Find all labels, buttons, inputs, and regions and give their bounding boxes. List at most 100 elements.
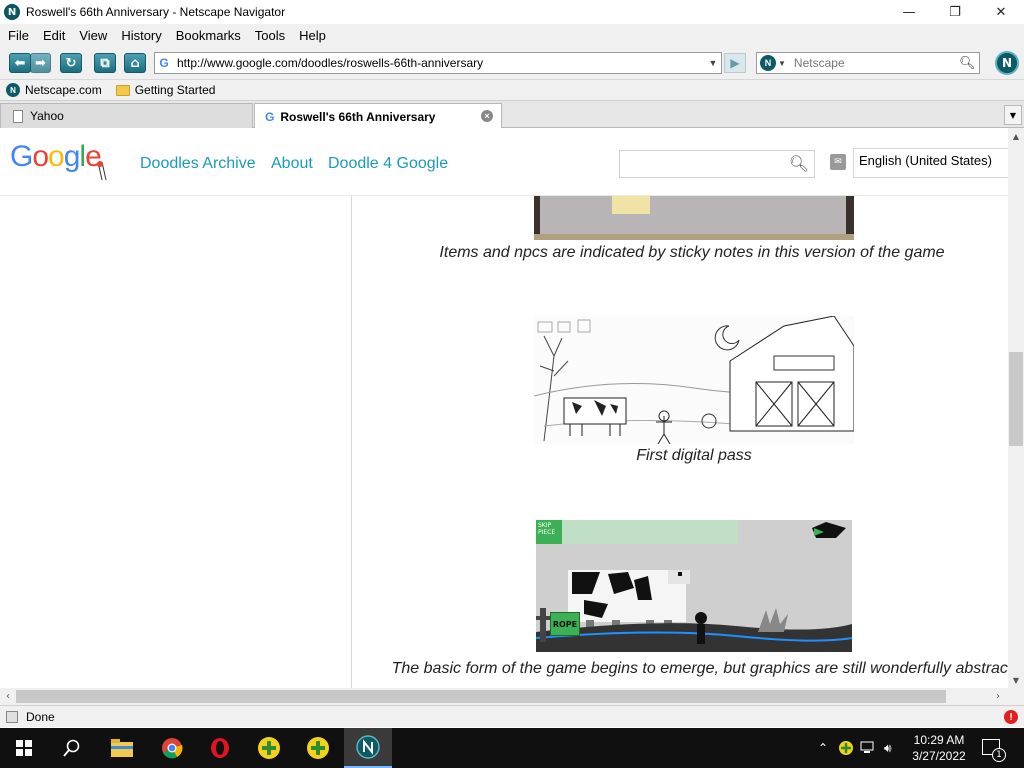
menu-edit[interactable]: Edit — [36, 28, 72, 43]
logo-letter: o — [32, 140, 49, 173]
horizontal-scroll-thumb[interactable] — [16, 690, 946, 703]
scroll-left-icon[interactable]: ‹ — [0, 688, 16, 705]
close-button[interactable]: ✕ — [978, 0, 1024, 24]
netscape-app-icon: N — [4, 4, 20, 20]
netscape-taskbar-button[interactable] — [344, 728, 392, 768]
taskbar-clock[interactable]: 10:29 AM 3/27/2022 — [906, 732, 972, 764]
game-scene — [536, 522, 852, 652]
search-icon[interactable]: 🔍︎ — [789, 154, 809, 173]
tab-list-button[interactable]: ▼ — [1004, 105, 1022, 125]
minimize-button[interactable]: — — [886, 0, 932, 24]
tab-bar: Yahoo G Roswell's 66th Anniversary × ▼ — [0, 101, 1024, 129]
status-text: Done — [26, 709, 55, 724]
back-button[interactable]: ⬅ — [9, 53, 31, 73]
tray-plus-icon[interactable] — [838, 740, 854, 756]
windows-logo-icon — [16, 740, 32, 756]
network-icon[interactable] — [860, 741, 878, 755]
column-divider — [351, 196, 352, 688]
netscape-throbber-icon[interactable]: N — [995, 51, 1019, 75]
security-lock-icon[interactable] — [6, 710, 18, 723]
rope-item: ROPE — [550, 612, 580, 636]
address-dropdown-icon[interactable]: ▼ — [705, 58, 721, 68]
new-tab-icon: ⧉ — [100, 55, 110, 71]
scroll-up-icon[interactable]: ▲ — [1008, 128, 1024, 144]
language-select[interactable]: English (United States) — [853, 148, 1008, 178]
photo-table — [534, 234, 854, 240]
chrome-button[interactable] — [148, 728, 196, 768]
home-button[interactable]: ⌂ — [124, 53, 146, 73]
app-plus-button-2[interactable] — [294, 728, 342, 768]
menu-file[interactable]: File — [0, 28, 36, 43]
basic-game-screenshot: SKIP PIECE ROPE — [536, 520, 852, 652]
address-text[interactable]: http://www.google.com/doodles/roswells-6… — [173, 56, 705, 70]
logo-letter: g — [63, 140, 81, 173]
new-tab-button[interactable]: ⧉ — [94, 53, 116, 73]
maximize-button[interactable]: ❐ — [932, 0, 978, 24]
opera-button[interactable] — [196, 728, 244, 768]
page-content: Google Doodles Archive About Doodle 4 Go… — [0, 128, 1008, 688]
scroll-down-icon[interactable]: ▼ — [1008, 672, 1024, 688]
navigation-toolbar: ⬅ ➡ ↻ ⧉ ⌂ G http://www.google.com/doodle… — [0, 46, 1024, 80]
windows-taskbar: ⌃ 🔊︎ 10:29 AM 3/27/2022 1 — [0, 728, 1024, 768]
menu-history[interactable]: History — [114, 28, 168, 43]
search-taskbar-button[interactable] — [48, 728, 96, 768]
netscape-icon — [356, 735, 380, 759]
address-bar[interactable]: G http://www.google.com/doodles/roswells… — [154, 52, 722, 74]
tab-label: Yahoo — [30, 109, 64, 123]
caption-first-digital-pass: First digital pass — [636, 447, 752, 464]
play-arrow-icon: ▶ — [730, 56, 740, 70]
menu-help[interactable]: Help — [292, 28, 333, 43]
tab-roswell[interactable]: G Roswell's 66th Anniversary × — [254, 103, 502, 129]
doodle-search-input[interactable]: 🔍︎ — [619, 150, 815, 178]
start-button[interactable] — [0, 728, 48, 768]
green-plus-icon — [258, 737, 280, 759]
nav-doodles-archive[interactable]: Doodles Archive — [140, 155, 256, 173]
window-controls: — ❐ ✕ — [886, 0, 1024, 24]
menu-bar: File Edit View History Bookmarks Tools H… — [0, 24, 1024, 46]
menu-view[interactable]: View — [72, 28, 114, 43]
search-bar[interactable]: N ▼ Netscape 🔍︎ — [756, 52, 980, 74]
forward-button[interactable]: ➡ — [30, 53, 51, 73]
menu-bookmarks[interactable]: Bookmarks — [169, 28, 248, 43]
logo-letter: G — [10, 140, 33, 173]
clock-date: 3/27/2022 — [912, 749, 966, 763]
photo-paper — [540, 196, 846, 234]
search-icon — [63, 739, 80, 757]
bookmark-getting-started[interactable]: Getting Started — [115, 83, 215, 97]
search-engine-dropdown-icon[interactable]: ▼ — [778, 59, 786, 68]
feedback-icon[interactable]: ✉ — [830, 154, 846, 170]
opera-icon — [211, 738, 229, 758]
nav-doodle-4-google[interactable]: Doodle 4 Google — [328, 155, 448, 173]
search-engine-icon[interactable]: N — [760, 55, 776, 71]
horizontal-scrollbar[interactable]: ‹ › — [0, 688, 1008, 705]
close-tab-icon[interactable]: × — [481, 110, 493, 122]
menu-tools[interactable]: Tools — [248, 28, 292, 43]
scrollbar-corner — [1008, 688, 1024, 705]
vertical-scrollbar[interactable]: ▲ ▼ — [1008, 128, 1024, 688]
tab-label: Roswell's 66th Anniversary — [280, 109, 436, 124]
volume-icon[interactable]: 🔊︎ — [884, 741, 892, 756]
caption-basic-form: The basic form of the game begins to eme… — [391, 660, 1008, 677]
sketch-drawing — [534, 316, 854, 444]
show-hidden-icons[interactable]: ⌃ — [814, 741, 832, 755]
digital-pass-sketch — [534, 316, 854, 444]
window-titlebar: N Roswell's 66th Anniversary - Netscape … — [0, 0, 1024, 24]
tab-yahoo[interactable]: Yahoo — [0, 103, 253, 128]
app-plus-button-1[interactable] — [245, 728, 293, 768]
alert-icon[interactable]: ! — [1004, 710, 1018, 724]
nav-about[interactable]: About — [271, 155, 313, 173]
search-input[interactable]: Netscape — [794, 56, 959, 70]
scroll-right-icon[interactable]: › — [990, 688, 1006, 705]
reload-button[interactable]: ↻ — [60, 53, 82, 73]
chrome-icon — [162, 738, 183, 759]
search-icon[interactable]: 🔍︎ — [959, 55, 979, 71]
scroll-thumb[interactable] — [1009, 352, 1023, 446]
file-explorer-button[interactable] — [98, 728, 146, 768]
bookmark-netscape[interactable]: N Netscape.com — [6, 83, 102, 97]
window-title: Roswell's 66th Anniversary - Netscape Na… — [26, 5, 286, 19]
netscape-icon: N — [6, 83, 20, 97]
system-tray: ⌃ 🔊︎ — [814, 728, 892, 768]
go-button[interactable]: ▶ — [724, 53, 746, 73]
google-logo[interactable]: Google — [10, 140, 107, 181]
sticky-note — [612, 196, 650, 214]
